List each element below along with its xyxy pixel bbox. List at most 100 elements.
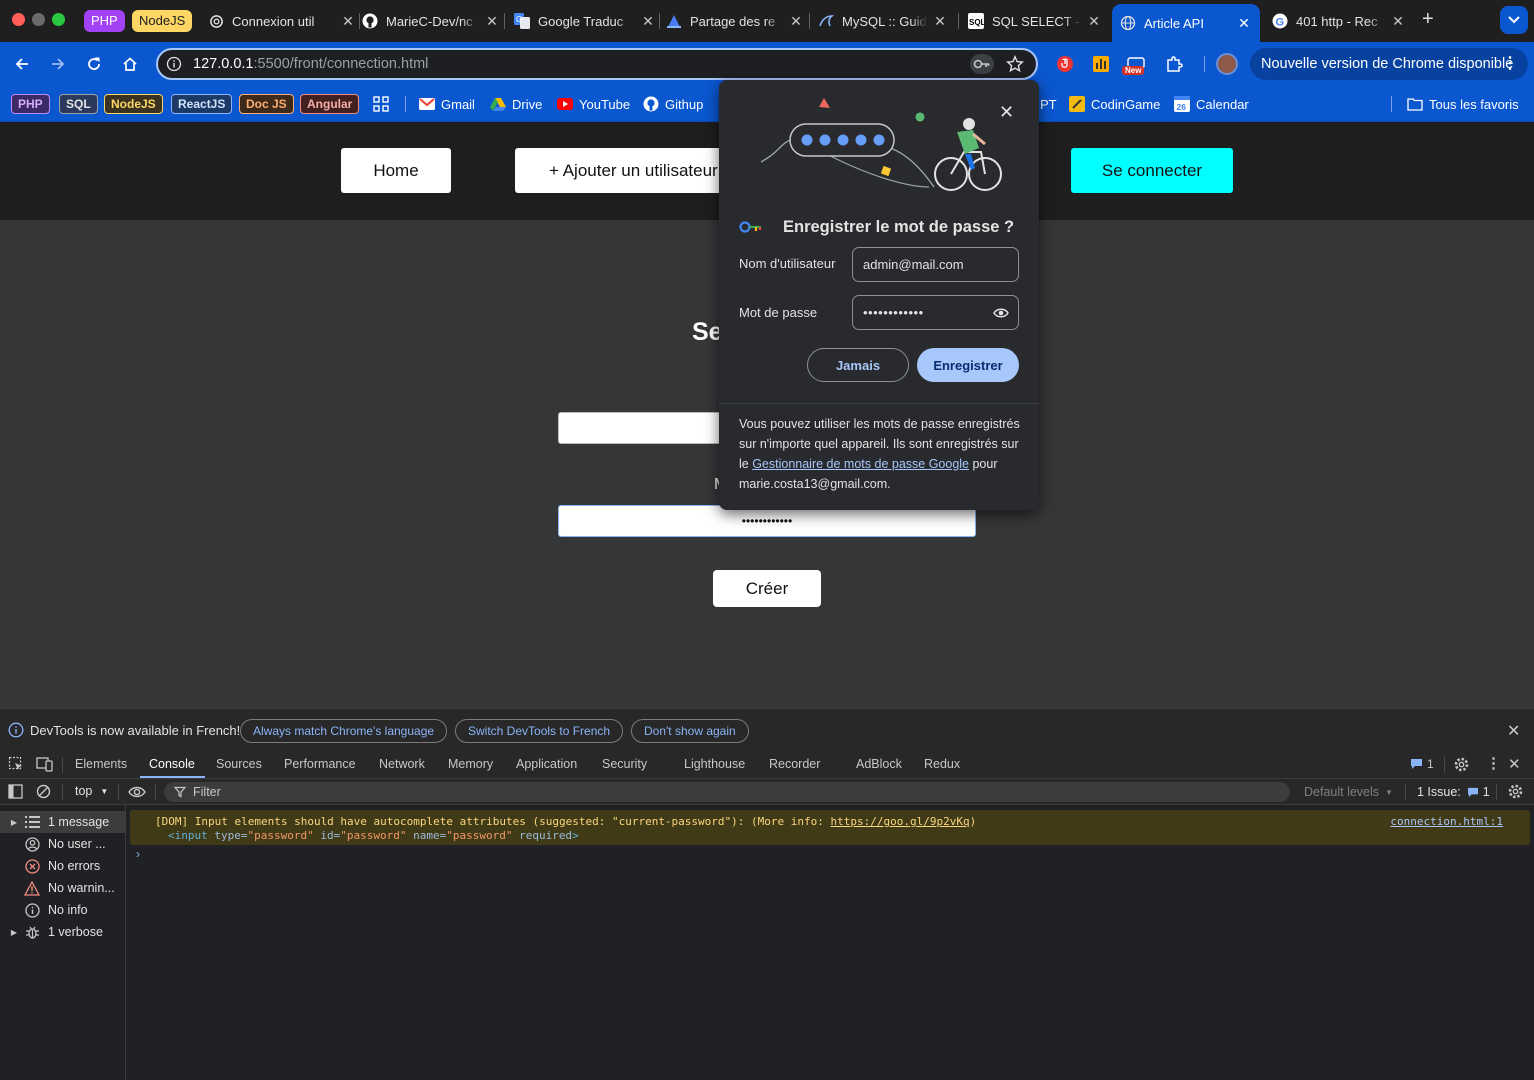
tab-article-api-active[interactable]: Article API ✕ — [1112, 4, 1260, 42]
close-icon[interactable]: ✕ — [1390, 13, 1406, 30]
add-user-nav-button[interactable]: + Ajouter un utilisateur — [515, 148, 745, 193]
bookmark-chatgpt[interactable]: PT — [1040, 94, 1057, 114]
tab-memory[interactable]: Memory — [448, 757, 493, 771]
bookmark-githup[interactable]: Githup — [643, 94, 703, 114]
console-prompt-chevron-icon[interactable]: › — [136, 847, 140, 861]
tab-performance[interactable]: Performance — [284, 757, 356, 771]
tab-console[interactable]: Console — [149, 757, 195, 771]
all-bookmarks-folder[interactable]: Tous les favoris — [1407, 94, 1519, 114]
close-icon[interactable]: ✕ — [640, 13, 656, 30]
home-button[interactable] — [118, 52, 142, 76]
close-window-button[interactable] — [12, 13, 25, 26]
never-button[interactable]: Jamais — [807, 348, 909, 382]
sidebar-item-verbose[interactable]: ▶ 1 verbose — [0, 921, 126, 943]
avatar[interactable] — [1216, 53, 1238, 75]
tab-google-traduction[interactable]: G Google Traduc ✕ — [514, 6, 656, 36]
home-nav-button[interactable]: Home — [341, 148, 451, 193]
star-icon[interactable] — [1006, 55, 1024, 73]
sidebar-item-info[interactable]: No info — [0, 899, 126, 921]
more-options-icon[interactable]: ⋮ — [1486, 754, 1501, 772]
issues-badge[interactable]: 1 — [1410, 757, 1434, 771]
issues-counter[interactable]: 1 Issue: 1 — [1417, 785, 1490, 799]
tab-adblock[interactable]: AdBlock — [856, 757, 902, 771]
username-input[interactable]: admin@mail.com — [852, 247, 1019, 282]
bookmark-chip-sql[interactable]: SQL — [59, 94, 98, 114]
filter-input[interactable]: Filter — [164, 782, 1290, 802]
tab-recorder[interactable]: Recorder — [769, 757, 820, 771]
switch-to-french-button[interactable]: Switch DevTools to French — [455, 719, 624, 743]
gear-icon[interactable] — [1453, 756, 1470, 773]
tab-sources[interactable]: Sources — [216, 757, 262, 771]
bookmark-calendar[interactable]: 26 Calendar — [1174, 94, 1249, 114]
tab-401-http[interactable]: G 401 http - Rec ✕ — [1272, 6, 1406, 36]
site-info-icon[interactable] — [165, 55, 183, 73]
tab-lighthouse[interactable]: Lighthouse — [684, 757, 745, 771]
close-icon[interactable]: ✕ — [1086, 13, 1102, 30]
extensions-button[interactable] — [1162, 52, 1186, 76]
bookmark-gmail[interactable]: Gmail — [419, 94, 475, 114]
console-settings-gear-icon[interactable] — [1507, 783, 1524, 800]
tab-elements[interactable]: Elements — [75, 757, 127, 771]
tab-github[interactable]: MarieC-Dev/nc ✕ — [362, 6, 500, 36]
new-extension-icon[interactable]: New — [1122, 52, 1148, 76]
sidebar-item-errors[interactable]: No errors — [0, 855, 126, 877]
tab-security[interactable]: Security — [602, 757, 647, 771]
sidebar-toggle-icon[interactable] — [8, 784, 23, 799]
close-icon[interactable]: ✕ — [1508, 755, 1521, 773]
dom-snippet[interactable]: <input type="password" id="password" nam… — [168, 829, 579, 842]
close-icon[interactable]: ✕ — [340, 13, 356, 30]
login-nav-button[interactable]: Se connecter — [1071, 148, 1233, 193]
dont-show-again-button[interactable]: Don't show again — [631, 719, 749, 743]
bookmark-chip-docjs[interactable]: Doc JS — [239, 94, 294, 114]
tab-partage[interactable]: Partage des re ✕ — [666, 6, 804, 36]
eye-icon[interactable] — [993, 307, 1009, 319]
analytics-extension-icon[interactable] — [1089, 52, 1113, 76]
password-key-icon[interactable] — [970, 54, 994, 74]
bookmark-chip-angular[interactable]: Angular — [300, 94, 360, 114]
reload-button[interactable] — [82, 52, 106, 76]
log-levels-dropdown[interactable]: Default levels ▼ — [1304, 785, 1393, 799]
close-icon[interactable]: ✕ — [484, 13, 500, 30]
sidebar-item-warnings[interactable]: No warnin... — [0, 877, 126, 899]
close-icon[interactable]: ✕ — [1507, 721, 1520, 741]
tab-redux[interactable]: Redux — [924, 757, 960, 771]
zoom-window-button[interactable] — [52, 13, 65, 26]
bookmark-chip-reactjs[interactable]: ReactJS — [171, 94, 233, 114]
new-tab-button[interactable]: + — [1422, 8, 1434, 31]
bookmark-drive[interactable]: Drive — [490, 94, 542, 114]
tab-sql-select[interactable]: SQL SQL SELECT - ✕ — [968, 6, 1102, 36]
create-button[interactable]: Créer — [713, 570, 821, 607]
console-warning-message[interactable]: [DOM] Input elements should have autocom… — [130, 810, 1530, 845]
tab-network[interactable]: Network — [379, 757, 425, 771]
source-link[interactable]: connection.html:1 — [1390, 815, 1503, 828]
tab-mysql[interactable]: MySQL :: Guid ✕ — [818, 6, 948, 36]
bookmark-codingame[interactable]: CodinGame — [1069, 94, 1160, 114]
clear-console-icon[interactable] — [36, 784, 51, 799]
bookmark-youtube[interactable]: YouTube — [557, 94, 630, 114]
save-password-button[interactable]: Enregistrer — [917, 348, 1019, 382]
always-match-language-button[interactable]: Always match Chrome's language — [240, 719, 448, 743]
adblock-extension-icon[interactable] — [1053, 52, 1077, 76]
sidebar-item-user-messages[interactable]: No user ... — [0, 833, 126, 855]
inspect-element-icon[interactable] — [8, 756, 24, 772]
close-icon[interactable]: ✕ — [999, 102, 1014, 123]
tab-connexion[interactable]: Connexion util ✕ — [208, 6, 356, 36]
password-manager-link[interactable]: Gestionnaire de mots de passe Google — [752, 457, 969, 471]
address-bar[interactable]: 127.0.0.1:5500/front/connection.html — [156, 48, 1038, 80]
close-icon[interactable]: ✕ — [788, 13, 804, 30]
tab-group-php[interactable]: PHP — [84, 10, 125, 32]
device-toolbar-icon[interactable] — [36, 756, 53, 772]
tab-application[interactable]: Application — [516, 757, 577, 771]
back-button[interactable] — [10, 52, 34, 76]
password-input[interactable]: •••••••••••• — [852, 295, 1019, 330]
close-icon[interactable]: ✕ — [1236, 15, 1252, 32]
apps-grid-icon[interactable] — [373, 96, 389, 112]
more-info-link[interactable]: https://goo.gl/9p2vKq — [831, 815, 970, 828]
tab-group-nodejs[interactable]: NodeJS — [132, 10, 193, 32]
bookmark-chip-php[interactable]: PHP — [11, 94, 50, 114]
sidebar-item-messages[interactable]: ▶ 1 message — [0, 811, 126, 833]
bookmark-chip-nodejs[interactable]: NodeJS — [104, 94, 163, 114]
forward-button[interactable] — [46, 52, 70, 76]
live-expression-eye-icon[interactable] — [128, 785, 146, 799]
tab-search-button[interactable] — [1500, 6, 1528, 34]
